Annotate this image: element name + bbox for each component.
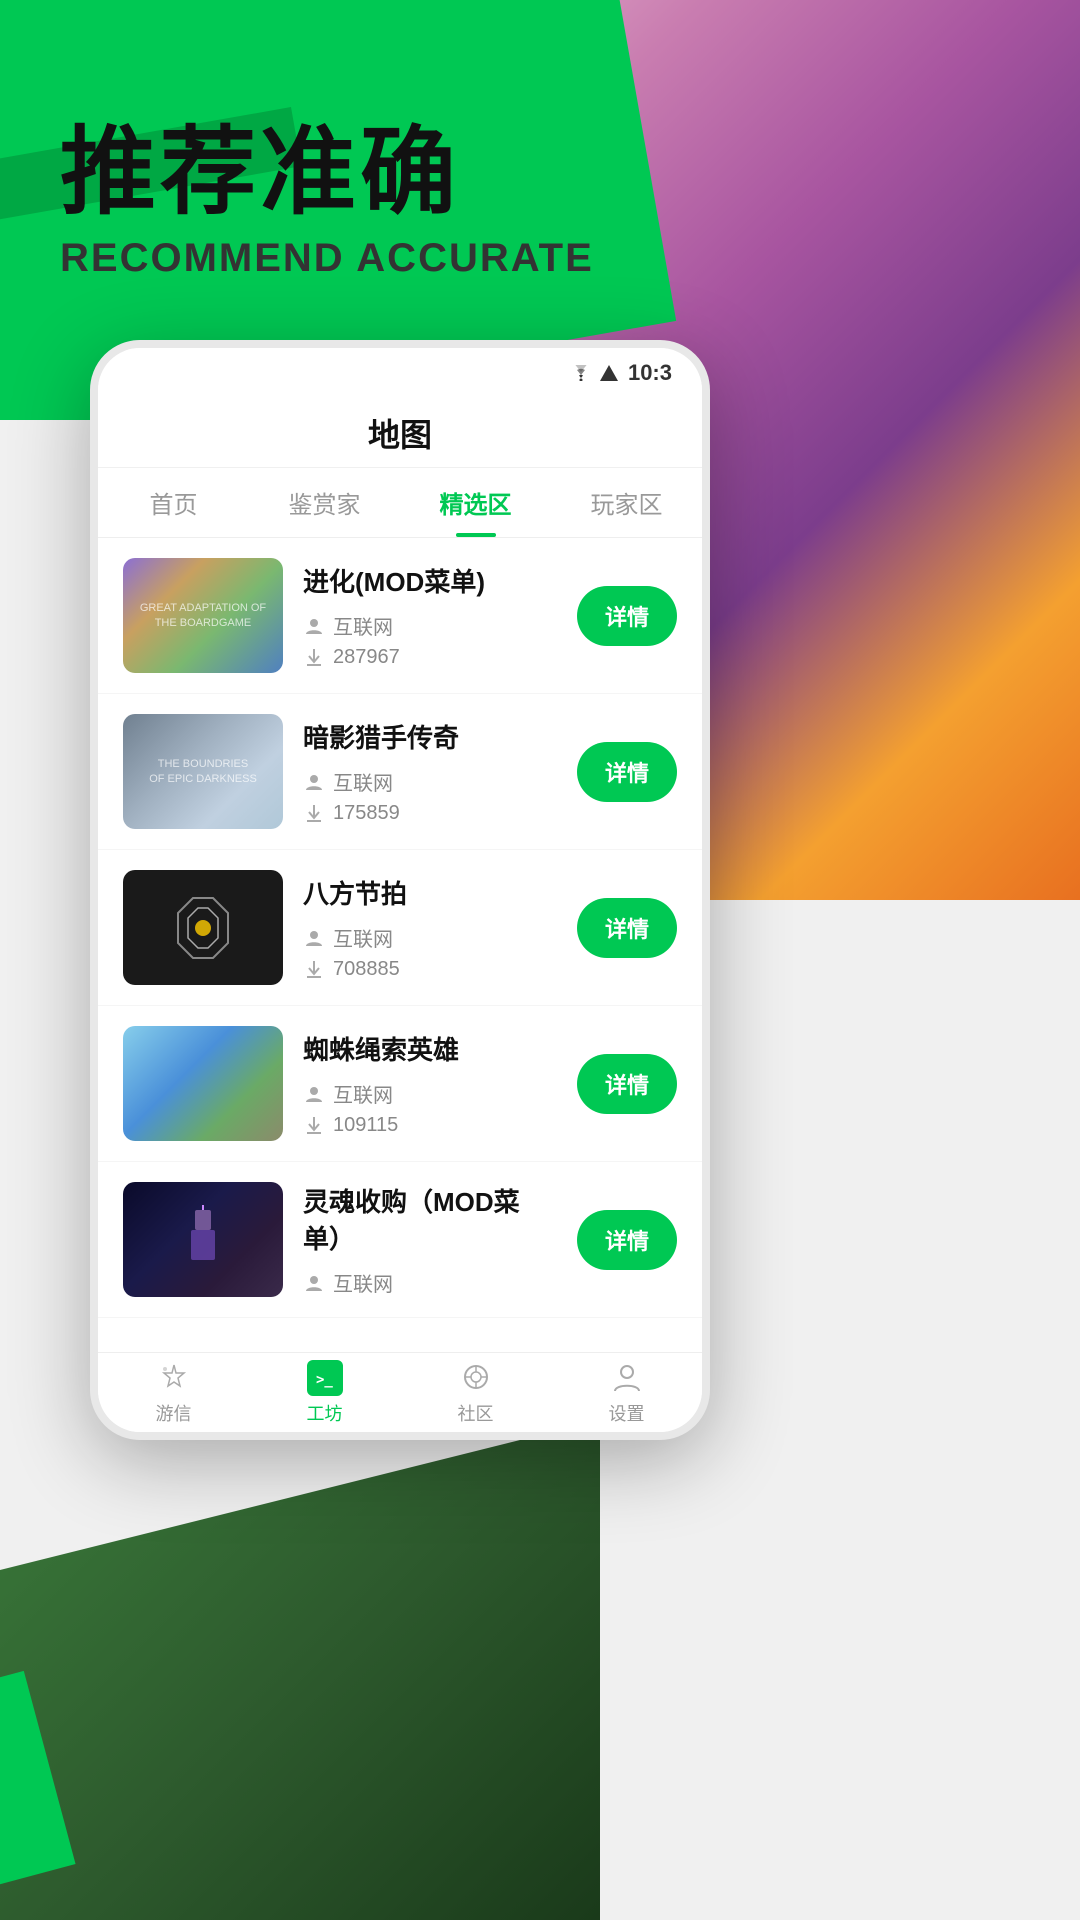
game-name-2: 八方节拍: [303, 874, 557, 911]
game-info-2: 八方节拍 互联网 708885: [303, 874, 557, 981]
game-item-3: 蜘蛛绳索英雄 互联网 109115 详: [98, 1006, 702, 1162]
game-item-0: GREAT ADAPTATION OFTHE BOARDGAME 进化(MOD菜…: [98, 538, 702, 694]
wifi-icon: [570, 365, 592, 381]
game-downloads-0: 287967: [303, 646, 557, 669]
game-source-3: 互联网: [303, 1079, 557, 1108]
app-header: 地图: [98, 398, 702, 468]
tab-connoisseur[interactable]: 鉴赏家: [249, 468, 400, 537]
phone-mockup: 10:3 地图 首页 鉴赏家 精选区 玩家区 GREAT ADAPTATION …: [90, 340, 710, 1440]
game-meta-0: 互联网 287967: [303, 611, 557, 669]
nav-settings-label: 设置: [609, 1400, 645, 1426]
community-icon: [458, 1360, 494, 1396]
detail-button-4[interactable]: 详情: [577, 1210, 677, 1270]
download-icon-0: [303, 647, 325, 669]
youxin-icon: [156, 1360, 192, 1396]
detail-button-0[interactable]: 详情: [577, 586, 677, 646]
thumbnail-graphic-1: THE BOUNDRIESOF EPIC DARKNESS: [123, 714, 283, 829]
thumbnail-graphic-2: [123, 870, 283, 985]
detail-button-1[interactable]: 详情: [577, 742, 677, 802]
status-bar: 10:3: [98, 348, 702, 398]
thumbnail-graphic-4: [123, 1182, 283, 1297]
person-icon-4: [303, 1272, 325, 1294]
game-thumbnail-2: [123, 870, 283, 985]
settings-icon: [609, 1360, 645, 1396]
nav-settings[interactable]: 设置: [551, 1353, 702, 1432]
game-item-2: 八方节拍 互联网 708885 详情: [98, 850, 702, 1006]
game-downloads-2: 708885: [303, 958, 557, 981]
game-thumbnail-4: [123, 1182, 283, 1297]
game-source-0: 互联网: [303, 611, 557, 640]
game-info-1: 暗影猎手传奇 互联网 175859: [303, 718, 557, 825]
game-list: GREAT ADAPTATION OFTHE BOARDGAME 进化(MOD菜…: [98, 538, 702, 1352]
game-item-4: 灵魂收购（MOD菜单） 互联网 详情: [98, 1162, 702, 1318]
signal-icon: [600, 365, 618, 381]
game-info-0: 进化(MOD菜单) 互联网 287967: [303, 562, 557, 669]
download-icon-2: [303, 959, 325, 981]
person-icon-1: [303, 771, 325, 793]
game-name-0: 进化(MOD菜单): [303, 562, 557, 599]
nav-community[interactable]: 社区: [400, 1353, 551, 1432]
nav-youxin[interactable]: 游信: [98, 1353, 249, 1432]
game-source-2: 互联网: [303, 923, 557, 952]
game-downloads-3: 109115: [303, 1114, 557, 1137]
bottom-nav: 游信 >_ 工坊: [98, 1352, 702, 1432]
game-thumbnail-0: GREAT ADAPTATION OFTHE BOARDGAME: [123, 558, 283, 673]
hero-section: 推荐准确 RECOMMEND ACCURATE: [60, 120, 594, 281]
detail-button-3[interactable]: 详情: [577, 1054, 677, 1114]
tab-player[interactable]: 玩家区: [551, 468, 702, 537]
nav-youxin-label: 游信: [156, 1400, 192, 1426]
bg-game-art-bottom: [0, 1420, 600, 1920]
hero-english-text: RECOMMEND ACCURATE: [60, 236, 594, 281]
game-name-3: 蜘蛛绳索英雄: [303, 1030, 557, 1067]
game-downloads-1: 175859: [303, 802, 557, 825]
game-info-3: 蜘蛛绳索英雄 互联网 109115: [303, 1030, 557, 1137]
game-item-1: THE BOUNDRIESOF EPIC DARKNESS 暗影猎手传奇 互联网: [98, 694, 702, 850]
thumbnail-graphic-3: [123, 1026, 283, 1141]
tab-home[interactable]: 首页: [98, 468, 249, 537]
person-icon-2: [303, 927, 325, 949]
thumbnail-graphic-0: GREAT ADAPTATION OFTHE BOARDGAME: [123, 558, 283, 673]
nav-workshop-label: 工坊: [307, 1400, 343, 1426]
app-title: 地图: [368, 410, 432, 456]
game-meta-3: 互联网 109115: [303, 1079, 557, 1137]
game-source-4: 互联网: [303, 1268, 557, 1297]
nav-community-label: 社区: [458, 1400, 494, 1426]
game-meta-4: 互联网: [303, 1268, 557, 1297]
svg-text:>_: >_: [316, 1372, 333, 1388]
status-time: 10:3: [628, 360, 672, 386]
nav-workshop[interactable]: >_ 工坊: [249, 1353, 400, 1432]
tab-bar[interactable]: 首页 鉴赏家 精选区 玩家区: [98, 468, 702, 538]
game-source-1: 互联网: [303, 767, 557, 796]
person-icon-0: [303, 615, 325, 637]
game-name-4: 灵魂收购（MOD菜单）: [303, 1182, 557, 1256]
hero-chinese-text: 推荐准确: [60, 120, 594, 226]
game-thumbnail-1: THE BOUNDRIESOF EPIC DARKNESS: [123, 714, 283, 829]
workshop-icon: >_: [307, 1360, 343, 1396]
person-icon-3: [303, 1083, 325, 1105]
game-thumbnail-3: [123, 1026, 283, 1141]
tab-featured[interactable]: 精选区: [400, 468, 551, 537]
game-info-4: 灵魂收购（MOD菜单） 互联网: [303, 1182, 557, 1297]
game-meta-2: 互联网 708885: [303, 923, 557, 981]
download-icon-1: [303, 803, 325, 825]
download-icon-3: [303, 1115, 325, 1137]
status-icons: [570, 365, 618, 381]
game-name-1: 暗影猎手传奇: [303, 718, 557, 755]
detail-button-2[interactable]: 详情: [577, 898, 677, 958]
game-meta-1: 互联网 175859: [303, 767, 557, 825]
